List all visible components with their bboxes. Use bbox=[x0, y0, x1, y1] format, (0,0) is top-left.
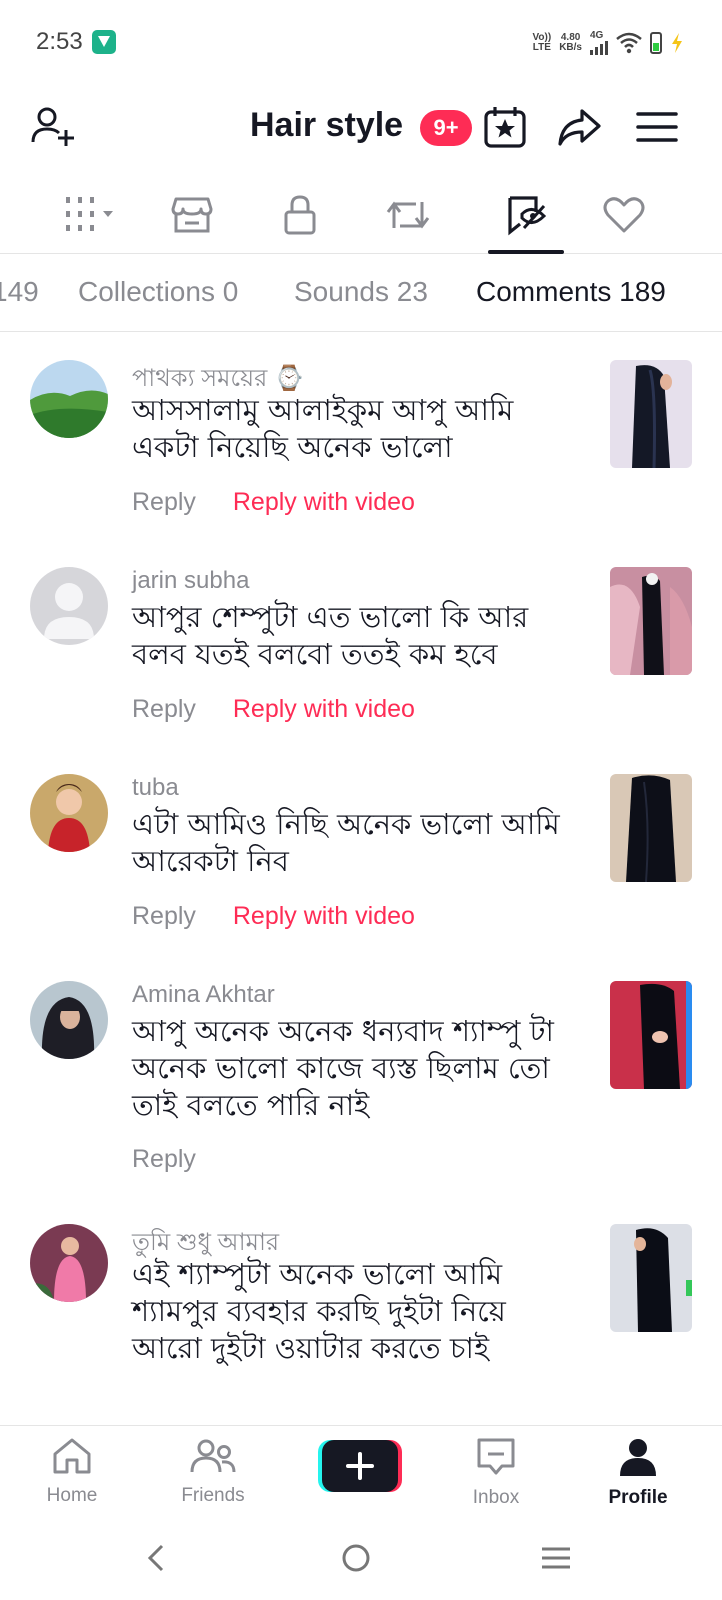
battery-icon bbox=[650, 32, 662, 54]
add-user-icon[interactable] bbox=[28, 102, 78, 152]
reply-button[interactable]: Reply bbox=[132, 902, 196, 930]
comment-actions: Reply Reply with video bbox=[132, 695, 415, 724]
app-notification-icon bbox=[92, 30, 116, 54]
reply-with-video-button[interactable]: Reply with video bbox=[233, 488, 415, 516]
avatar[interactable] bbox=[30, 567, 108, 645]
repost-icon[interactable] bbox=[378, 190, 438, 240]
nav-inbox-label: Inbox bbox=[472, 1487, 520, 1508]
comment-text: আপু অনেক অনেক ধন্যবাদ শ্যাম্পু টা অনেক ভ… bbox=[132, 1014, 554, 1122]
network-speed: 4.80 KB/s bbox=[559, 32, 582, 53]
back-icon[interactable] bbox=[136, 1538, 176, 1578]
heart-icon[interactable] bbox=[594, 190, 654, 240]
network-type: 4G bbox=[590, 30, 604, 41]
comment-actions: Reply Reply with video bbox=[132, 902, 415, 931]
comment-text: এটা আমিও নিছি অনেক ভালো আমি আরেকটা নিব bbox=[132, 807, 560, 878]
comment-item: তুমি শুধু আমার এই শ্যাম্পুটা অনেক ভালো আ… bbox=[0, 1204, 722, 1404]
create-button[interactable] bbox=[318, 1440, 402, 1492]
comment-item: jarin subha আপুর শেম্পুটা এত ভালো কি আর … bbox=[0, 547, 722, 747]
wifi-icon bbox=[616, 32, 642, 54]
friends-icon bbox=[190, 1439, 236, 1473]
active-tab-indicator bbox=[488, 250, 564, 254]
shop-icon[interactable] bbox=[162, 190, 222, 240]
profile-header: Hair style 9+ bbox=[0, 88, 722, 168]
comment-item: tuba এটা আমিও নিছি অনেক ভালো আমি আরেকটা … bbox=[0, 754, 722, 954]
signal-icon bbox=[590, 41, 608, 55]
home-circle-icon[interactable] bbox=[336, 1538, 376, 1578]
tab-sounds[interactable]: Sounds 23 bbox=[294, 276, 428, 308]
nav-friends-label: Friends bbox=[181, 1485, 245, 1506]
comment-text: আসসালামু আলাইকুম আপু আমি একটা নিয়েছি অন… bbox=[132, 393, 514, 464]
nav-home-label: Home bbox=[46, 1485, 98, 1506]
comment-item: Amina Akhtar আপু অনেক অনেক ধন্যবাদ শ্যাম… bbox=[0, 961, 722, 1191]
comment-username[interactable]: jarin subha bbox=[132, 567, 249, 595]
share-icon[interactable] bbox=[554, 102, 604, 152]
video-thumbnail[interactable] bbox=[610, 774, 692, 882]
page-title[interactable]: Hair style bbox=[250, 106, 403, 145]
tab-comments[interactable]: Comments 189 bbox=[476, 276, 666, 308]
video-thumbnail[interactable] bbox=[610, 981, 692, 1089]
profile-sub-tabs: 149 Collections 0 Sounds 23 Comments 189 bbox=[0, 256, 722, 332]
video-thumbnail[interactable] bbox=[610, 360, 692, 468]
lock-icon[interactable] bbox=[270, 190, 330, 240]
avatar[interactable] bbox=[30, 1224, 108, 1302]
avatar[interactable] bbox=[30, 981, 108, 1059]
tagged-icon[interactable] bbox=[496, 190, 556, 240]
reply-with-video-button[interactable]: Reply with video bbox=[233, 695, 415, 723]
bottom-navigation: Home Friends Inbox Profile bbox=[0, 1425, 722, 1517]
nav-friends[interactable]: Friends bbox=[153, 1436, 273, 1507]
home-icon bbox=[53, 1438, 91, 1474]
comment-actions: Reply bbox=[132, 1145, 196, 1174]
avatar[interactable] bbox=[30, 774, 108, 852]
tab-partial[interactable]: 149 bbox=[0, 276, 39, 308]
status-bar: 2:53 Vo)) LTE 4.80 KB/s 4G bbox=[0, 0, 722, 88]
recents-icon[interactable] bbox=[536, 1538, 576, 1578]
tab-collections[interactable]: Collections 0 bbox=[78, 276, 238, 308]
comment-actions: Reply Reply with video bbox=[132, 488, 415, 517]
video-thumbnail[interactable] bbox=[610, 1224, 692, 1332]
nav-profile-label: Profile bbox=[608, 1487, 668, 1508]
charging-icon bbox=[672, 33, 682, 53]
inbox-icon bbox=[477, 1438, 515, 1475]
nav-home[interactable]: Home bbox=[12, 1436, 132, 1507]
profile-icon bbox=[620, 1439, 656, 1476]
avatar[interactable] bbox=[30, 360, 108, 438]
nav-inbox[interactable]: Inbox bbox=[436, 1436, 556, 1509]
profile-tab-icons bbox=[0, 178, 722, 254]
comment-item: পাথক্য সময়ের ⌚ আসসালামু আলাইকুম আপু আমি… bbox=[0, 340, 722, 540]
create-plus-icon bbox=[318, 1440, 402, 1492]
reply-button[interactable]: Reply bbox=[132, 1145, 196, 1173]
comment-username[interactable]: Amina Akhtar bbox=[132, 981, 275, 1009]
notification-badge: 9+ bbox=[420, 110, 472, 146]
reply-with-video-button[interactable]: Reply with video bbox=[233, 902, 415, 930]
nav-profile[interactable]: Profile bbox=[578, 1436, 698, 1509]
comment-username[interactable]: tuba bbox=[132, 774, 179, 802]
system-navigation-bar bbox=[0, 1518, 722, 1600]
video-thumbnail[interactable] bbox=[610, 567, 692, 675]
grid-icon[interactable] bbox=[60, 190, 120, 240]
reply-button[interactable]: Reply bbox=[132, 488, 196, 516]
volte-indicator: Vo)) LTE bbox=[532, 32, 552, 53]
status-indicators: Vo)) LTE 4.80 KB/s 4G bbox=[533, 28, 685, 58]
calendar-star-icon[interactable] bbox=[480, 102, 530, 152]
status-time: 2:53 bbox=[36, 28, 83, 55]
reply-button[interactable]: Reply bbox=[132, 695, 196, 723]
comment-text: এই শ্যাম্পুটা অনেক ভালো আমি শ্যামপুর ব্য… bbox=[132, 1257, 506, 1365]
menu-icon[interactable] bbox=[632, 102, 682, 152]
comment-text: আপুর শেম্পুটা এত ভালো কি আর বলব যতই বলবো… bbox=[132, 600, 529, 671]
